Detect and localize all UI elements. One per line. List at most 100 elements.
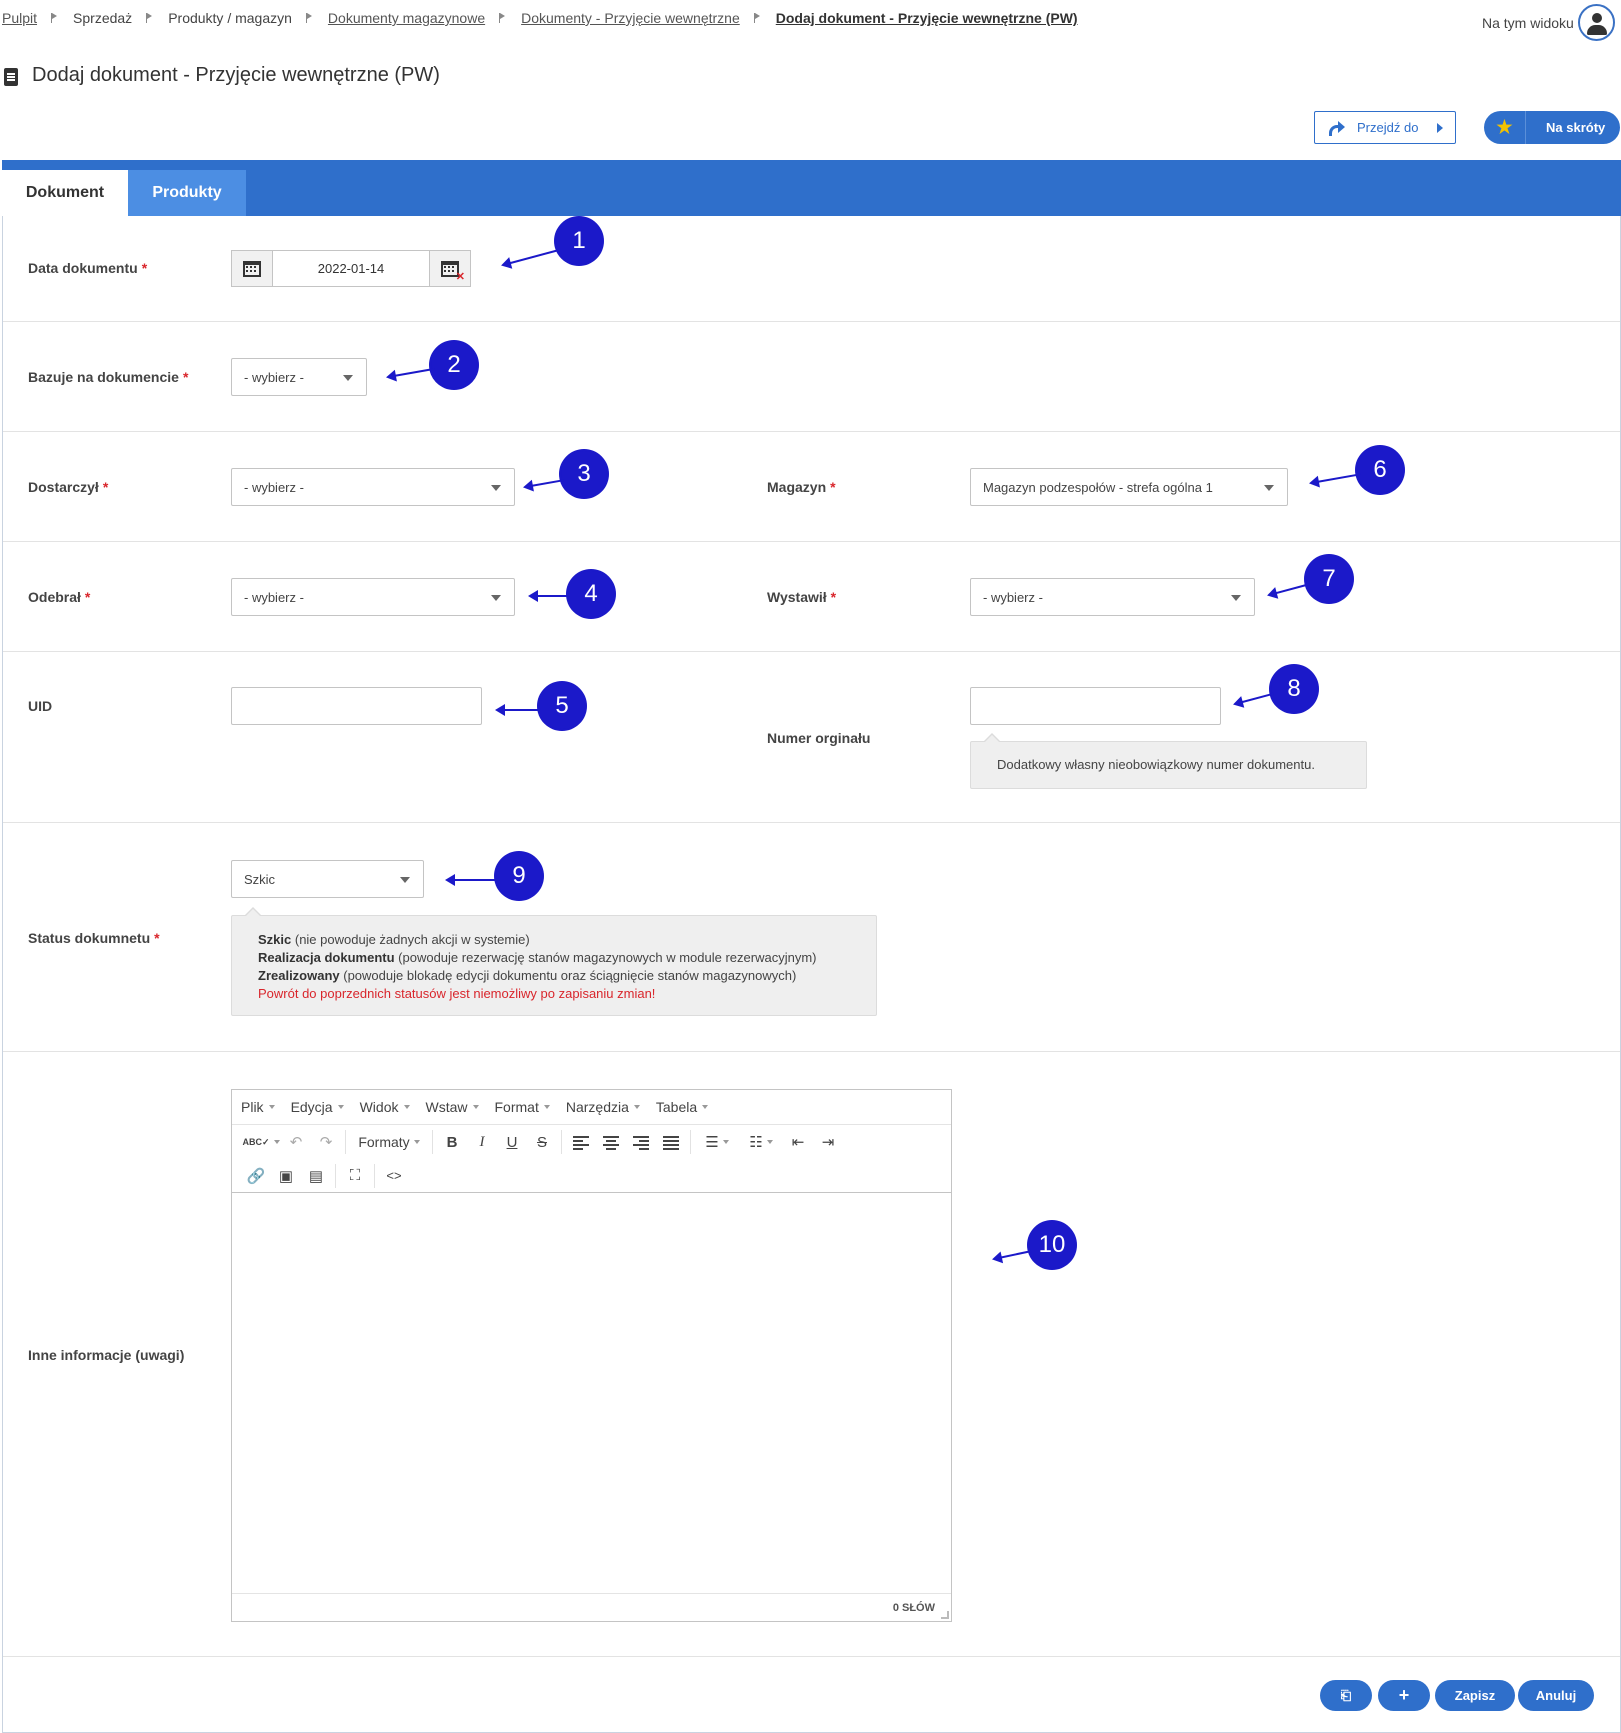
media-icon[interactable]: ▤ [301, 1162, 331, 1190]
menu-edycja[interactable]: Edycja [291, 1099, 344, 1115]
shortcuts-label: Na skróty [1546, 120, 1606, 135]
flag-icon [305, 13, 314, 23]
menu-wstaw[interactable]: Wstaw [426, 1099, 479, 1115]
status-hint: Szkic (nie powoduje żadnych akcji w syst… [231, 907, 877, 1016]
flag-icon [753, 13, 762, 23]
align-right-icon[interactable] [626, 1128, 656, 1156]
issued-label: Wystawił * [767, 589, 837, 605]
redo-icon[interactable]: ↷ [311, 1128, 341, 1156]
bullet-list-icon[interactable]: ☰ [695, 1128, 739, 1156]
menu-format[interactable]: Format [495, 1099, 550, 1115]
outdent-icon[interactable]: ⇤ [783, 1128, 813, 1156]
view-label[interactable]: Na tym widoku [1482, 15, 1574, 31]
align-justify-icon[interactable] [656, 1128, 686, 1156]
based-on-select[interactable]: - wybierz - [231, 358, 367, 396]
received-select[interactable]: - wybierz - [231, 578, 515, 616]
tab-produkty[interactable]: Produkty [128, 170, 246, 216]
editor-menubar: Plik Edycja Widok Wstaw Format Narzędzia… [232, 1090, 951, 1125]
annotation-marker: 6 [1357, 447, 1403, 493]
link-icon[interactable]: 🔗 [241, 1162, 271, 1190]
caret-right-icon [1437, 122, 1443, 133]
date-field[interactable]: 2022-01-14 ✕ [231, 250, 471, 287]
document-icon [4, 68, 18, 86]
uid-input[interactable] [231, 687, 482, 725]
editor-toolbar-2: 🔗 ▣ ▤ ⛶ <> [232, 1159, 951, 1193]
original-number-label: Numer orginału [767, 730, 871, 746]
date-input[interactable]: 2022-01-14 [273, 251, 429, 286]
menu-widok[interactable]: Widok [360, 1099, 410, 1115]
annotation-marker: 10 [1029, 1222, 1075, 1268]
strikethrough-icon[interactable]: S [527, 1128, 557, 1156]
save-button[interactable]: Zapisz [1435, 1680, 1515, 1711]
align-left-icon[interactable] [566, 1128, 596, 1156]
save-and-return-button[interactable]: ⎗ [1320, 1680, 1372, 1711]
fullscreen-icon[interactable]: ⛶ [340, 1162, 370, 1190]
underline-icon[interactable]: U [497, 1128, 527, 1156]
goto-label: Przejdź do [1357, 120, 1419, 135]
annotation-marker: 9 [496, 853, 542, 899]
original-number-input[interactable] [970, 687, 1221, 725]
breadcrumb-current[interactable]: Dodaj dokument - Przyjęcie wewnętrzne (P… [776, 10, 1078, 26]
chevron-down-icon [491, 595, 501, 601]
chevron-down-icon [1231, 595, 1241, 601]
cancel-button[interactable]: Anuluj [1518, 1680, 1594, 1711]
align-center-icon[interactable] [596, 1128, 626, 1156]
row-divider [3, 651, 1620, 652]
user-avatar-icon[interactable] [1578, 4, 1615, 41]
italic-icon[interactable]: I [467, 1128, 497, 1156]
row-divider [3, 1656, 1620, 1657]
annotation-marker: 7 [1306, 556, 1352, 602]
uid-label: UID [28, 698, 53, 714]
delivered-label: Dostarczył * [28, 479, 109, 495]
rich-text-editor[interactable]: Plik Edycja Widok Wstaw Format Narzędzia… [231, 1089, 952, 1622]
goto-button[interactable]: Przejdź do [1314, 111, 1456, 144]
tab-dokument[interactable]: Dokument [2, 170, 128, 216]
row-divider [3, 431, 1620, 432]
editor-content-area[interactable] [232, 1193, 951, 1593]
annotation-marker: 4 [568, 571, 614, 617]
warehouse-select[interactable]: Magazyn podzespołów - strefa ogólna 1 [970, 468, 1288, 506]
breadcrumb-dokumenty-magazynowe[interactable]: Dokumenty magazynowe [328, 10, 485, 26]
resize-handle[interactable] [941, 1611, 949, 1619]
chevron-down-icon [343, 375, 353, 381]
annotation-arrow [528, 590, 570, 602]
shortcuts-button[interactable]: ★ Na skróty [1484, 111, 1620, 144]
bold-icon[interactable]: B [437, 1128, 467, 1156]
numbered-list-icon[interactable]: ☷ [739, 1128, 783, 1156]
editor-toolbar-1: ABC✓ ↶ ↷ Formaty B I U S ☰ ☷ ⇤ ⇥ [232, 1125, 951, 1159]
breadcrumb-dokumenty-pw[interactable]: Dokumenty - Przyjęcie wewnętrzne [521, 10, 740, 26]
source-code-icon[interactable]: <> [379, 1162, 409, 1190]
original-number-hint: Dodatkowy własny nieobowiązkowy numer do… [970, 733, 1367, 789]
annotation-marker: 3 [561, 451, 607, 497]
menu-tabela[interactable]: Tabela [656, 1099, 709, 1115]
breadcrumb-pulpit[interactable]: Pulpit [2, 10, 37, 26]
breadcrumb-sprzedaz[interactable]: Sprzedaż [73, 10, 132, 26]
tab-bar: Dokument Produkty [2, 160, 1621, 216]
calendar-clear-icon[interactable]: ✕ [429, 251, 470, 286]
annotation-marker: 1 [556, 218, 602, 264]
received-label: Odebrał * [28, 589, 91, 605]
row-divider [3, 321, 1620, 322]
undo-icon[interactable]: ↶ [281, 1128, 311, 1156]
menu-plik[interactable]: Plik [241, 1099, 275, 1115]
editor-statusbar: 0 SŁÓW [232, 1593, 951, 1621]
delivered-select[interactable]: - wybierz - [231, 468, 515, 506]
indent-icon[interactable]: ⇥ [813, 1128, 843, 1156]
date-label: Data dokumentu * [28, 260, 148, 276]
breadcrumb-produkty[interactable]: Produkty / magazyn [168, 10, 292, 26]
annotation-arrow [445, 874, 497, 886]
issued-select[interactable]: - wybierz - [970, 578, 1255, 616]
image-icon[interactable]: ▣ [271, 1162, 301, 1190]
spellcheck-icon[interactable]: ABC✓ [241, 1128, 281, 1156]
based-on-label: Bazuje na dokumencie * [28, 369, 189, 385]
save-and-add-button[interactable]: + [1378, 1680, 1430, 1711]
calendar-icon[interactable] [232, 251, 273, 286]
flag-icon [51, 13, 59, 23]
formats-dropdown[interactable]: Formaty [350, 1128, 428, 1156]
annotation-marker: 2 [431, 342, 477, 388]
menu-narzedzia[interactable]: Narzędzia [566, 1099, 640, 1115]
status-label: Status dokumnetu * [28, 930, 160, 946]
status-select[interactable]: Szkic [231, 860, 424, 898]
flag-icon [146, 13, 154, 23]
chevron-down-icon [491, 485, 501, 491]
